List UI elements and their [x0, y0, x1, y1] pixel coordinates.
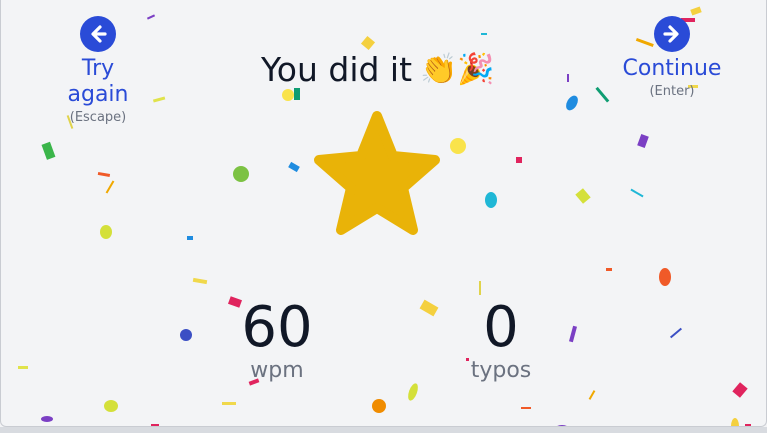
typos-label: typos — [470, 358, 532, 383]
star-icon — [313, 108, 441, 242]
typos-stat: 0 typos — [453, 298, 549, 384]
continue-label[interactable]: Continue — [621, 56, 723, 82]
title-text: You did it — [261, 49, 413, 89]
celebration-emoji: 👏🎉 — [420, 51, 495, 87]
wpm-label: wpm — [250, 358, 304, 383]
try-again-label[interactable]: Try again — [49, 56, 147, 108]
wpm-value: 60 — [241, 295, 313, 360]
continue-button[interactable]: Continue (Enter) — [621, 16, 723, 99]
results-panel: Try again (Escape) Continue (Enter) You … — [0, 0, 767, 427]
try-again-button[interactable]: Try again (Escape) — [49, 16, 147, 125]
page-title: You did it 👏🎉 — [261, 46, 495, 92]
wpm-stat: 60 wpm — [229, 298, 325, 384]
escape-hint: (Escape) — [69, 110, 127, 125]
arrow-left-icon[interactable] — [80, 16, 116, 52]
arrow-right-icon[interactable] — [654, 16, 690, 52]
typos-value: 0 — [483, 295, 519, 360]
window-bottom-edge — [0, 427, 767, 433]
enter-hint: (Enter) — [649, 84, 695, 99]
